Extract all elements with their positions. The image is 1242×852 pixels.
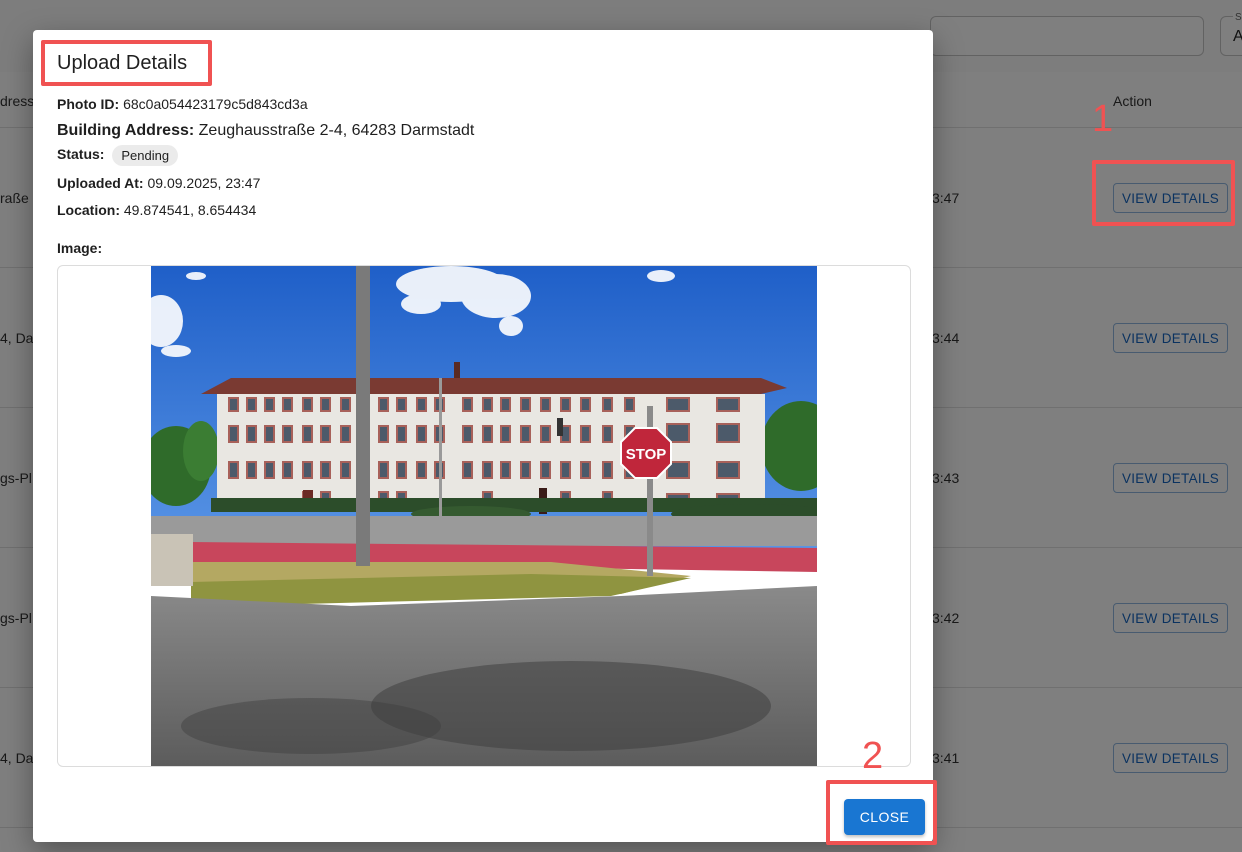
status-row: Status: Pending	[57, 145, 179, 166]
address-value: Zeughausstraße 2-4, 64283 Darmstadt	[198, 122, 475, 139]
address-row: Building Address: Zeughausstraße 2-4, 64…	[57, 122, 474, 140]
address-label: Building Address:	[57, 122, 195, 139]
image-label: Image:	[57, 240, 103, 256]
photo-id-row: Photo ID: 68c0a054423179c5d843cd3a	[57, 96, 308, 112]
status-label: Status:	[57, 146, 105, 163]
upload-details-dialog: Upload Details Photo ID: 68c0a054423179c…	[33, 30, 933, 842]
location-value: 49.874541, 8.654434	[123, 202, 257, 218]
building-photo: STOP	[151, 266, 817, 766]
annotation-box-2	[826, 780, 937, 845]
uploaded-row: Uploaded At: 09.09.2025, 23:47	[57, 175, 260, 191]
uploaded-value: 09.09.2025, 23:47	[147, 175, 261, 191]
image-row: Image:	[57, 240, 102, 256]
image-frame: STOP	[57, 265, 911, 767]
status-badge: Pending	[112, 145, 179, 166]
location-label: Location:	[57, 202, 120, 218]
photo-id-value: 68c0a054423179c5d843cd3a	[123, 96, 308, 112]
annotation-box-title	[41, 40, 212, 86]
annotation-number-1: 1	[1092, 98, 1114, 140]
uploaded-label: Uploaded At:	[57, 175, 144, 191]
annotation-box-1	[1092, 160, 1235, 226]
stop-sign-text: STOP	[626, 446, 667, 463]
photo-id-label: Photo ID:	[57, 96, 120, 112]
location-row: Location: 49.874541, 8.654434	[57, 202, 256, 218]
annotation-number-2: 2	[862, 735, 884, 777]
